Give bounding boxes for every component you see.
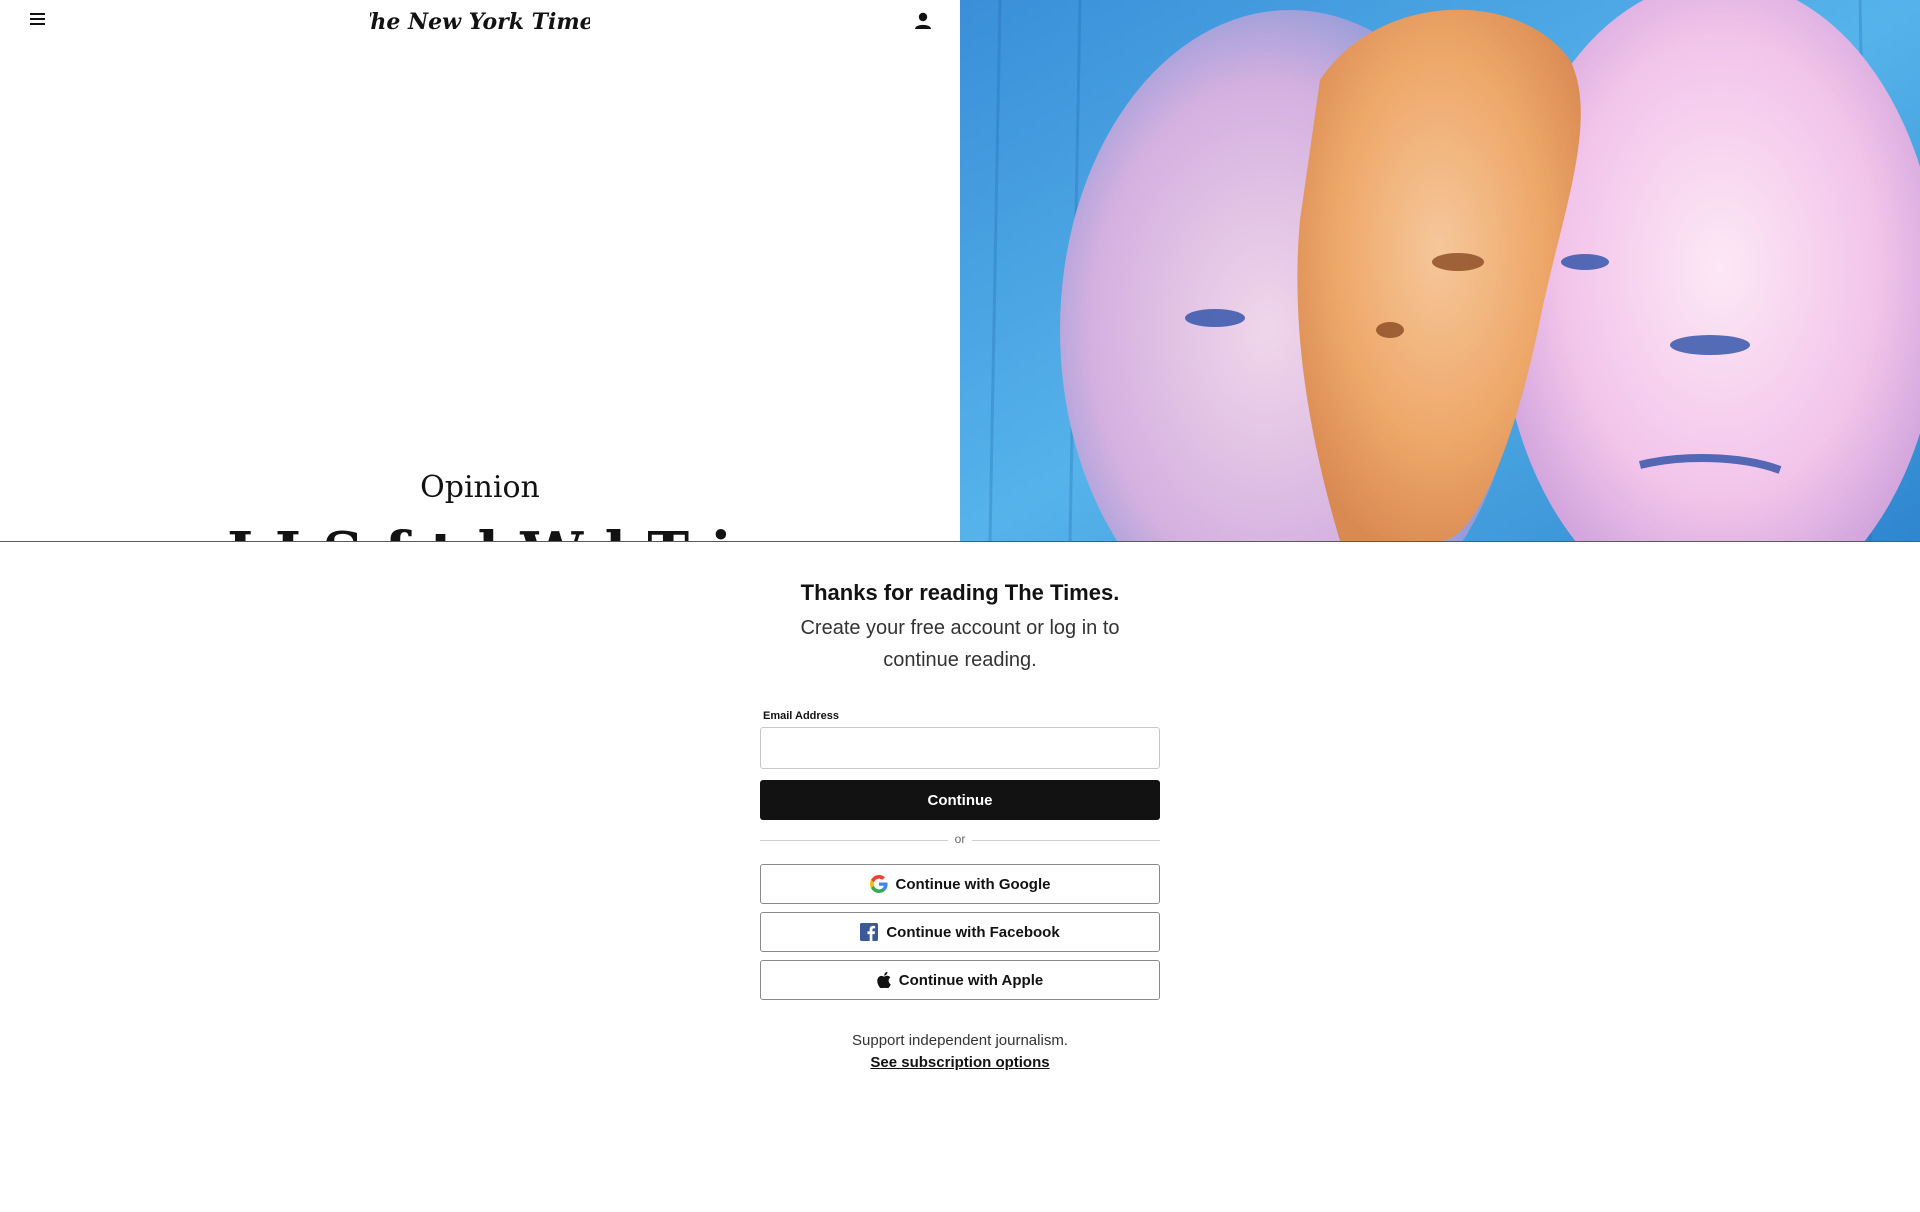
- gate-subtitle-line-1: Create your free account or log in to: [800, 617, 1120, 639]
- continue-with-facebook-button[interactable]: Continue with Facebook: [760, 912, 1160, 952]
- hamburger-menu-icon[interactable]: [26, 9, 48, 29]
- email-label: Email Address: [763, 710, 840, 722]
- registration-gate: Thanks for reading The Times. Create you…: [0, 541, 1920, 1212]
- top-navigation-bar: The New York Times: [0, 0, 960, 40]
- google-g-icon: [869, 875, 888, 893]
- article-headline: I I S f t l W l T i: [0, 520, 960, 541]
- email-field[interactable]: [760, 727, 1160, 769]
- divider-line-right: [972, 840, 1160, 841]
- or-divider: or: [760, 832, 1160, 848]
- support-text: Support independent journalism.: [852, 1032, 1068, 1049]
- person-icon[interactable]: [912, 10, 934, 32]
- hero-image: [960, 0, 1920, 541]
- subscription-options-link[interactable]: See subscription options: [760, 1054, 1160, 1071]
- facebook-button-label: Continue with Facebook: [886, 923, 1060, 941]
- apple-button-label: Continue with Apple: [898, 971, 1044, 989]
- divider-text: or: [954, 832, 966, 846]
- continue-button[interactable]: Continue: [760, 780, 1160, 820]
- google-button-label: Continue with Google: [895, 875, 1051, 893]
- masthead-text: The New York Times: [370, 9, 590, 35]
- apple-icon: [877, 972, 891, 988]
- article-left-pane: The New York Times Opinion I I S f t l W…: [0, 0, 960, 541]
- section-kicker: Opinion: [420, 470, 540, 505]
- continue-with-google-button[interactable]: Continue with Google: [760, 864, 1160, 904]
- continue-with-apple-button[interactable]: Continue with Apple: [760, 960, 1160, 1000]
- facebook-f-icon: [860, 923, 879, 941]
- nyt-masthead-logo[interactable]: The New York Times: [370, 4, 590, 38]
- gate-subtitle: Create your free account or log in to co…: [760, 612, 1160, 676]
- article-header-region: The New York Times Opinion I I S f t l W…: [0, 0, 1920, 541]
- gate-subtitle-line-2: continue reading.: [883, 649, 1037, 671]
- divider-line-left: [760, 840, 948, 841]
- gate-title: Thanks for reading The Times.: [800, 580, 1120, 605]
